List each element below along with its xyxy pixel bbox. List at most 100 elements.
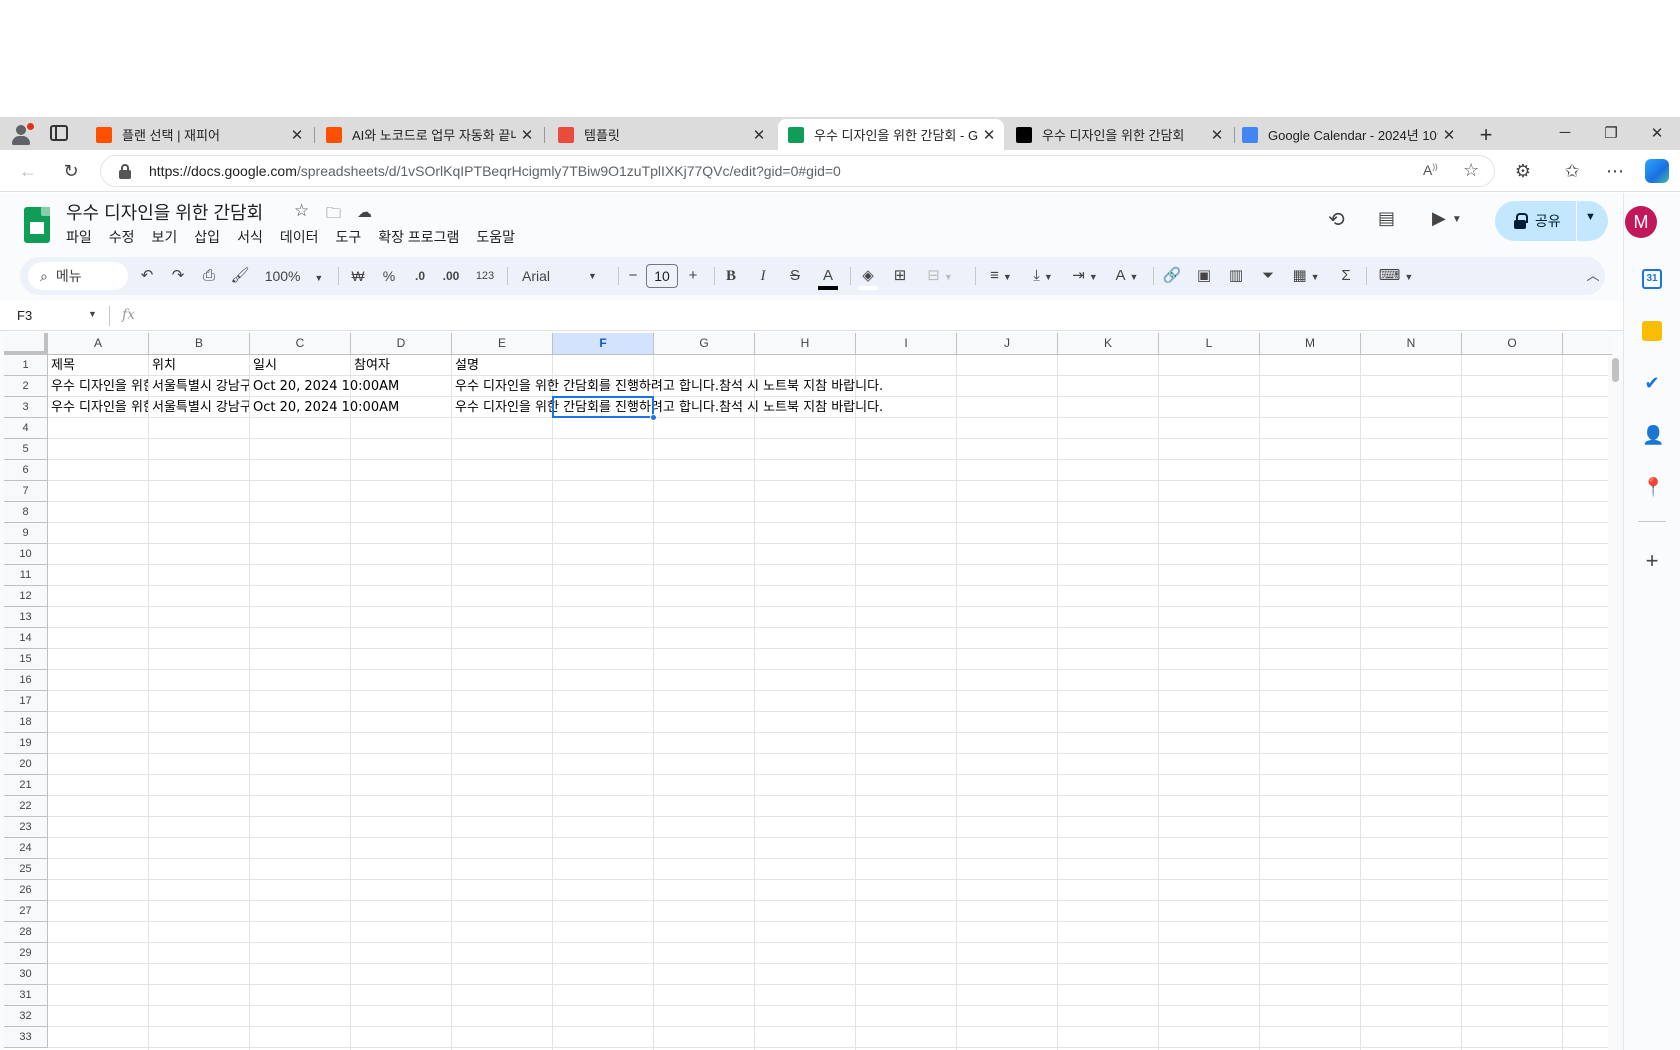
column-header[interactable]: M: [1260, 333, 1361, 355]
read-aloud-icon[interactable]: A)): [1423, 162, 1438, 178]
favorite-star-icon[interactable]: ☆: [1463, 160, 1479, 181]
back-icon[interactable]: ←: [16, 159, 40, 183]
row-header[interactable]: 23: [4, 817, 48, 838]
collapse-toolbar-icon[interactable]: ︿: [1582, 257, 1604, 295]
more-formats-button[interactable]: 123: [472, 257, 498, 295]
column-header[interactable]: F: [553, 333, 654, 355]
column-header[interactable]: A: [48, 333, 149, 355]
tab-actions-icon[interactable]: [50, 125, 68, 141]
version-history-icon[interactable]: ⟲: [1328, 207, 1345, 232]
cell-C2[interactable]: Oct 20, 2024 10:00AM: [250, 376, 452, 397]
favorites-icon[interactable]: ✩: [1560, 159, 1584, 183]
column-header[interactable]: H: [755, 333, 856, 355]
close-window-icon[interactable]: ✕: [1642, 124, 1672, 142]
row-header[interactable]: 4: [4, 418, 48, 439]
meet-icon[interactable]: ▶ ▼: [1432, 208, 1462, 229]
move-folder-icon[interactable]: 🗀: [326, 203, 341, 228]
column-header[interactable]: D: [351, 333, 452, 355]
row-header[interactable]: 9: [4, 523, 48, 544]
more-menu-icon[interactable]: ⋯: [1603, 159, 1627, 183]
tab-close-icon[interactable]: ✕: [1206, 126, 1228, 144]
column-header[interactable]: O: [1462, 333, 1563, 355]
new-tab-button[interactable]: +: [1475, 122, 1497, 148]
row-header[interactable]: 3: [4, 397, 48, 418]
vertical-align-icon[interactable]: ⤓ ▼: [1025, 257, 1061, 295]
row-header[interactable]: 21: [4, 775, 48, 796]
row-header[interactable]: 7: [4, 481, 48, 502]
italic-button[interactable]: I: [752, 257, 774, 295]
borders-icon[interactable]: ⊞: [888, 257, 912, 295]
select-all-corner[interactable]: [4, 333, 48, 355]
percent-format-button[interactable]: %: [378, 257, 400, 295]
search-menus[interactable]: ⌕ 메뉴: [28, 262, 128, 290]
name-box[interactable]: F3: [17, 308, 32, 323]
bold-button[interactable]: B: [720, 257, 742, 295]
tab-close-icon[interactable]: ✕: [516, 126, 538, 144]
cell-B3[interactable]: 서울특별시 강남구: [149, 397, 249, 418]
menu-item[interactable]: 보기: [152, 227, 178, 247]
cell-C1[interactable]: 일시: [250, 355, 452, 376]
cell-C3[interactable]: Oct 20, 2024 10:00AM: [250, 397, 452, 418]
filter-icon[interactable]: ⏷: [1256, 257, 1280, 295]
row-header[interactable]: 17: [4, 691, 48, 712]
paint-format-icon[interactable]: 🖌: [229, 257, 251, 295]
menu-item[interactable]: 데이터: [280, 227, 319, 247]
browser-tab[interactable]: 우수 디자인을 위한 간담회 ✕: [1006, 119, 1232, 150]
row-header[interactable]: 13: [4, 607, 48, 628]
input-tools-icon[interactable]: ⌨ ▼: [1376, 257, 1416, 295]
row-header[interactable]: 32: [4, 1006, 48, 1027]
redo-icon[interactable]: ↷: [167, 257, 189, 295]
row-header[interactable]: 14: [4, 628, 48, 649]
browser-tab[interactable]: Google Calendar - 2024년 10월 ✕: [1232, 119, 1464, 150]
row-header[interactable]: 25: [4, 859, 48, 880]
comments-icon[interactable]: ▤: [1378, 208, 1395, 229]
row-header[interactable]: 1: [4, 355, 48, 376]
share-button[interactable]: 공유 ▼: [1495, 201, 1608, 241]
horizontal-align-icon[interactable]: ≡ ▼: [983, 257, 1019, 295]
cell-B1[interactable]: 위치: [149, 355, 249, 376]
browser-tab[interactable]: 플랜 선택 | 재피어 ✕: [86, 119, 312, 150]
fill-handle[interactable]: [650, 414, 657, 421]
spreadsheet-grid[interactable]: A B C D E F G H I J K L M N O 1 2 3 4 5 6 7 8 9 10 11 12 13 14 15 16 17…: [4, 333, 1612, 1050]
row-header[interactable]: 31: [4, 985, 48, 1006]
cell-E1[interactable]: 설명: [452, 355, 1152, 376]
column-header[interactable]: N: [1361, 333, 1462, 355]
address-bar[interactable]: https://docs.google.com/spreadsheets/d/1…: [100, 155, 1495, 187]
text-rotation-icon[interactable]: A ▼: [1109, 257, 1145, 295]
font-select[interactable]: Arial ▼: [522, 257, 612, 295]
cloud-status-icon[interactable]: ☁: [357, 203, 372, 221]
keep-icon[interactable]: [1642, 321, 1662, 341]
row-header[interactable]: 20: [4, 754, 48, 775]
column-header[interactable]: L: [1159, 333, 1260, 355]
browser-tab[interactable]: AI와 노코드로 업무 자동화 끝내 ✕: [316, 119, 542, 150]
column-header[interactable]: I: [856, 333, 957, 355]
column-header[interactable]: G: [654, 333, 755, 355]
row-header[interactable]: 12: [4, 586, 48, 607]
cell-B2[interactable]: 서울특별시 강남구: [149, 376, 249, 397]
menu-item[interactable]: 파일: [66, 227, 92, 247]
row-header[interactable]: 5: [4, 439, 48, 460]
decrease-decimal-button[interactable]: .0: [408, 257, 432, 295]
row-header[interactable]: 11: [4, 565, 48, 586]
text-wrapping-icon[interactable]: ⇥ ▼: [1067, 257, 1103, 295]
menu-item[interactable]: 도움말: [476, 227, 515, 247]
tab-close-icon[interactable]: ✕: [748, 126, 770, 144]
row-header[interactable]: 22: [4, 796, 48, 817]
row-header[interactable]: 18: [4, 712, 48, 733]
increase-decimal-button[interactable]: .00: [438, 257, 464, 295]
currency-format-button[interactable]: ₩: [347, 257, 369, 295]
share-dropdown-icon[interactable]: ▼: [1585, 211, 1596, 223]
extensions-icon[interactable]: ⚙: [1511, 159, 1535, 183]
cell-A1[interactable]: 제목: [48, 355, 148, 376]
browser-tab[interactable]: 우수 디자인을 위한 간담회 - Go ✕: [778, 119, 1004, 150]
row-header[interactable]: 8: [4, 502, 48, 523]
font-size-decrease-button[interactable]: −: [624, 257, 642, 295]
text-color-icon[interactable]: A: [816, 257, 840, 295]
document-title[interactable]: 우수 디자인을 위한 간담회: [66, 199, 263, 225]
tab-close-icon[interactable]: ✕: [286, 126, 308, 144]
sheets-logo-icon[interactable]: [24, 207, 50, 243]
row-header[interactable]: 19: [4, 733, 48, 754]
menu-item[interactable]: 서식: [237, 227, 263, 247]
tab-close-icon[interactable]: ✕: [1438, 126, 1460, 144]
row-header[interactable]: 24: [4, 838, 48, 859]
